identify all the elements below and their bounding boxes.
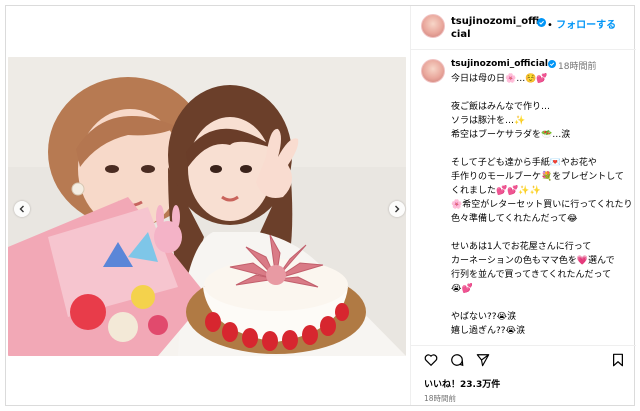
follow-button[interactable]: • フォローする [547, 16, 616, 31]
likes-count[interactable]: いいね！23.3万件 [424, 377, 500, 390]
post-media [6, 6, 409, 405]
post-header: tsujinozomi_official • フォローする [411, 6, 636, 50]
next-slide-button[interactable] [389, 201, 405, 217]
verified-badge-icon [537, 18, 546, 27]
avatar[interactable] [421, 14, 445, 38]
caption-timestamp: 18時間前 [558, 62, 597, 72]
caption-avatar[interactable] [421, 59, 445, 83]
post-side-panel: tsujinozomi_official • フォローする tsujinozom… [410, 6, 636, 405]
instagram-post: tsujinozomi_official • フォローする tsujinozom… [5, 5, 636, 406]
heart-icon[interactable] [424, 353, 438, 367]
comment-icon[interactable] [450, 353, 464, 367]
post-photo[interactable] [8, 57, 406, 356]
previous-slide-button[interactable] [14, 201, 30, 217]
caption-section: tsujinozomi_official 18時間前 今日は母の日🌸…☺️💕 夜… [411, 51, 636, 343]
verified-badge-icon [548, 60, 556, 68]
caption-text: 今日は母の日🌸…☺️💕 夜ご飯はみんなで作り… ソラは豚汁を…✨ 希空はブーケサ… [451, 74, 633, 336]
follow-label: フォローする [556, 20, 617, 31]
share-icon[interactable] [476, 353, 490, 367]
chevron-left-icon [19, 205, 24, 213]
follow-separator: • [547, 20, 557, 31]
photo-illustration [8, 57, 406, 356]
caption-username[interactable]: tsujinozomi_official [451, 59, 548, 69]
post-actions: いいね！23.3万件 18時間前 [411, 345, 636, 405]
post-timestamp: 18時間前 [424, 394, 457, 403]
header-username[interactable]: tsujinozomi_official [451, 15, 541, 41]
bookmark-icon[interactable] [611, 353, 625, 367]
chevron-right-icon [395, 205, 400, 213]
